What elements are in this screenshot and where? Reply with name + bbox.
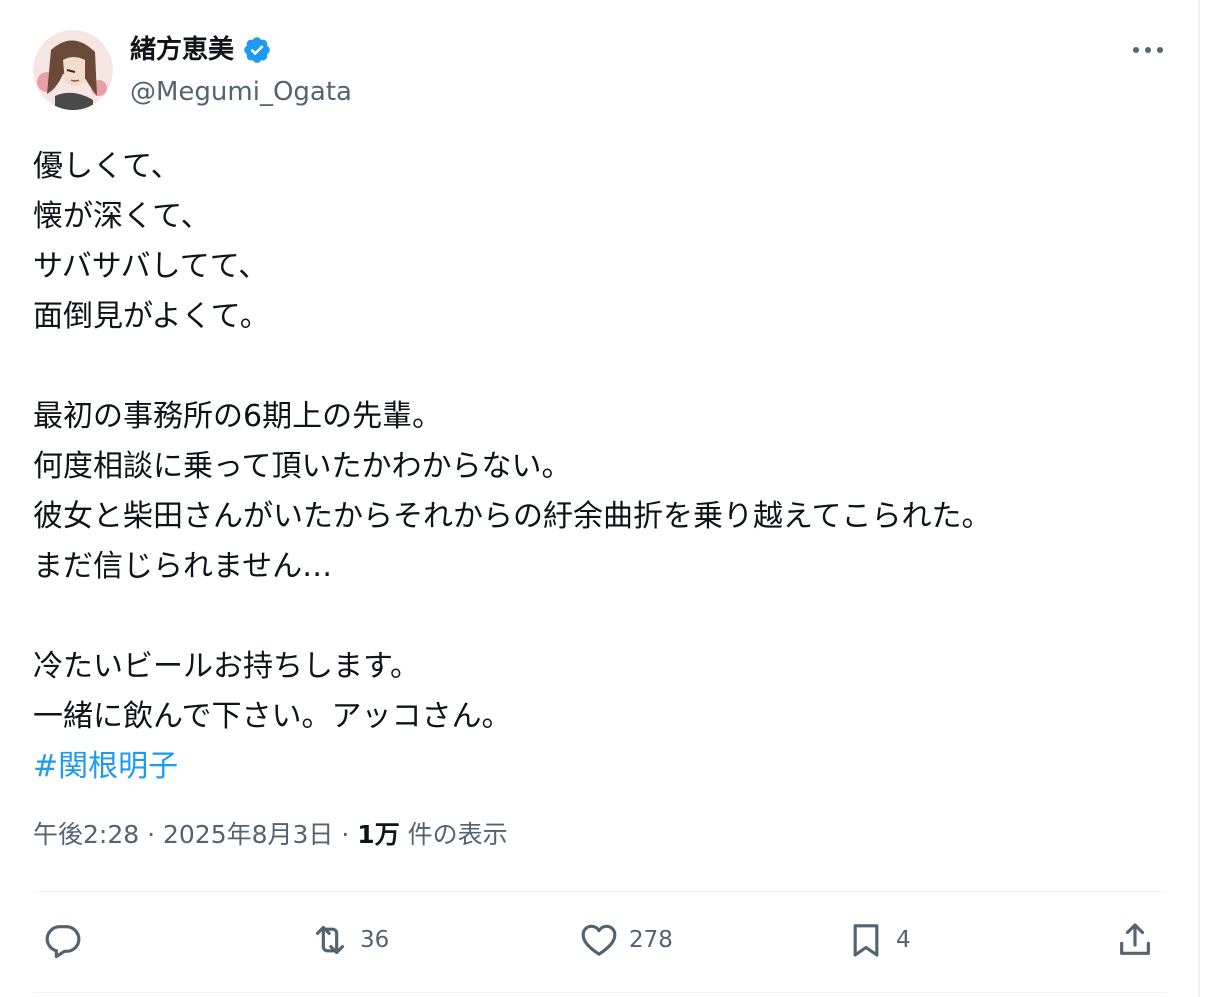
share-button[interactable] — [1115, 916, 1155, 964]
bookmark-count: 4 — [896, 927, 911, 953]
divider — [33, 992, 1167, 993]
share-icon — [1120, 923, 1150, 955]
like-button[interactable]: 278 — [579, 916, 673, 964]
tweet-line: 冷たいビールお持ちします。 — [33, 649, 420, 684]
author-handle[interactable]: @Megumi_Ogata — [130, 74, 352, 110]
avatar-illustration — [33, 30, 113, 110]
heart-icon — [581, 924, 617, 956]
tweet-line: まだ信じられません… — [33, 549, 333, 584]
paragraph-break — [33, 342, 1173, 392]
paragraph-break — [33, 592, 1173, 642]
view-count: 1万 — [357, 820, 400, 849]
author-name[interactable]: 緒方恵美 — [130, 30, 234, 70]
tweet-time[interactable]: 午後2:28 — [33, 820, 139, 849]
tweet-line: 優しくて、 — [33, 149, 181, 184]
tweet-line: 何度相談に乗って頂いたかわからない。 — [33, 449, 572, 484]
reply-button[interactable] — [43, 916, 93, 964]
author-row: 緒方恵美 — [130, 30, 272, 70]
tweet-meta: 午後2:28 · 2025年8月3日 · 1万 件の表示 — [33, 814, 508, 856]
tweet-line: 懐が深くて、 — [33, 199, 211, 234]
tweet-line: 一緒に飲んで下さい。アッコさん。 — [33, 699, 512, 734]
retweet-button[interactable]: 36 — [310, 916, 389, 964]
like-count: 278 — [629, 927, 673, 953]
reply-icon — [45, 925, 81, 959]
more-dots-icon[interactable] — [1128, 36, 1168, 64]
tweet-line: 彼女と柴田さんがいたからそれからの紆余曲折を乗り越えてこられた。 — [33, 499, 992, 534]
retweet-icon — [315, 925, 345, 955]
verified-badge-icon — [242, 35, 272, 65]
tweet-line: 最初の事務所の6期上の先輩。 — [33, 399, 443, 434]
tweet-line: サバサバしてて、 — [33, 249, 269, 284]
tweet-card: 緒方恵美 @Megumi_Ogata 優しくて、 懐が深くて、 サバサバしてて、… — [0, 0, 1200, 997]
meta-separator: · — [341, 820, 350, 849]
bookmark-icon — [853, 924, 879, 957]
divider — [33, 891, 1167, 892]
tweet-text: 優しくて、 懐が深くて、 サバサバしてて、 面倒見がよくて。 最初の事務所の6期… — [33, 142, 1173, 792]
tweet-date[interactable]: 2025年8月3日 — [163, 820, 333, 849]
hashtag-link[interactable]: #関根明子 — [33, 742, 1173, 792]
view-count-label: 件の表示 — [407, 820, 508, 849]
tweet-line: 面倒見がよくて。 — [33, 299, 270, 334]
retweet-count: 36 — [360, 927, 390, 953]
avatar[interactable] — [33, 30, 113, 110]
meta-separator: · — [147, 820, 156, 849]
bookmark-button[interactable]: 4 — [846, 916, 911, 964]
